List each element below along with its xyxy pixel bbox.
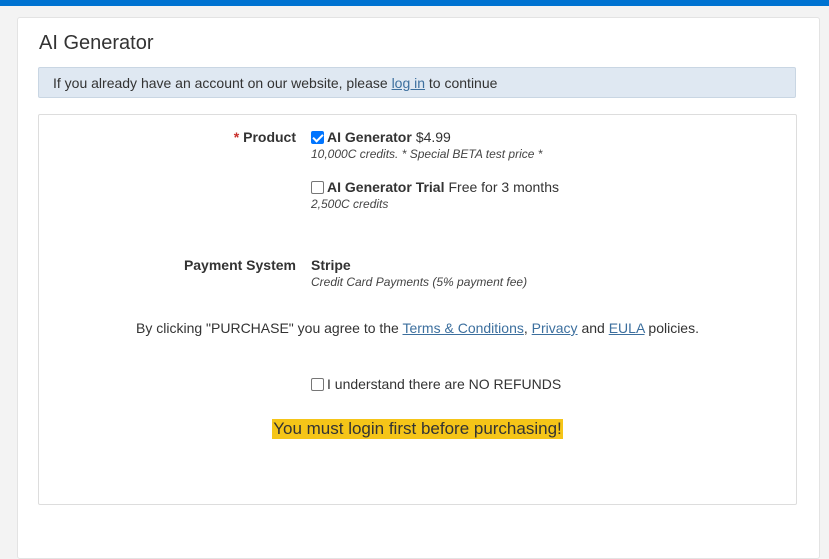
payment-description: Credit Card Payments (5% payment fee) bbox=[311, 275, 528, 289]
login-warning: You must login first before purchasing! bbox=[272, 419, 563, 439]
agreement-prefix: By clicking "PURCHASE" you agree to the bbox=[136, 320, 403, 336]
payment-name: Stripe bbox=[311, 257, 351, 273]
no-refunds-checkbox[interactable] bbox=[311, 377, 324, 391]
agreement-and: and bbox=[577, 320, 609, 336]
product-checkbox-ai-generator[interactable] bbox=[311, 130, 324, 144]
product-checkbox-ai-generator-trial[interactable] bbox=[311, 180, 324, 194]
product-name: AI Generator Trial bbox=[327, 179, 445, 195]
login-warning-wrap: You must login first before purchasing! bbox=[39, 419, 796, 439]
notice-prefix: If you already have an account on our we… bbox=[53, 75, 392, 91]
payment-system-label: Payment System bbox=[183, 257, 296, 273]
terms-link[interactable]: Terms & Conditions bbox=[402, 320, 523, 336]
agreement-suffix: policies. bbox=[644, 320, 699, 336]
agreement-sep: , bbox=[523, 320, 528, 336]
required-mark: * bbox=[233, 129, 240, 145]
product-option-ai-generator: AI Generator $4.99 10,000C credits. * Sp… bbox=[311, 129, 542, 161]
product-label-text: Product bbox=[243, 129, 296, 145]
page-title: AI Generator bbox=[39, 32, 154, 54]
product-description: 10,000C credits. * Special BETA test pri… bbox=[311, 147, 543, 161]
product-option-ai-generator-trial: AI Generator Trial Free for 3 months 2,5… bbox=[311, 179, 559, 211]
purchase-card: AI Generator If you already have an acco… bbox=[17, 17, 820, 559]
product-label: * Product bbox=[234, 129, 296, 145]
top-accent-bar bbox=[0, 0, 829, 6]
purchase-form: * Product AI Generator $4.99 10,000C cre… bbox=[38, 114, 797, 505]
payment-option-stripe: Stripe Credit Card Payments (5% payment … bbox=[311, 257, 527, 289]
product-price: Free for 3 months bbox=[448, 179, 559, 195]
agreement-text: By clicking "PURCHASE" you agree to the … bbox=[39, 320, 796, 336]
eula-link[interactable]: EULA bbox=[609, 320, 645, 336]
product-price: $4.99 bbox=[415, 129, 451, 145]
no-refunds-label: I understand there are NO REFUNDS bbox=[327, 376, 562, 392]
product-name: AI Generator bbox=[327, 129, 412, 145]
no-refunds-option[interactable]: I understand there are NO REFUNDS bbox=[311, 376, 561, 392]
login-link[interactable]: log in bbox=[392, 75, 425, 91]
login-notice: If you already have an account on our we… bbox=[38, 67, 796, 98]
notice-suffix: to continue bbox=[425, 75, 498, 91]
privacy-link[interactable]: Privacy bbox=[532, 320, 578, 336]
product-description: 2,500C credits bbox=[311, 197, 389, 211]
